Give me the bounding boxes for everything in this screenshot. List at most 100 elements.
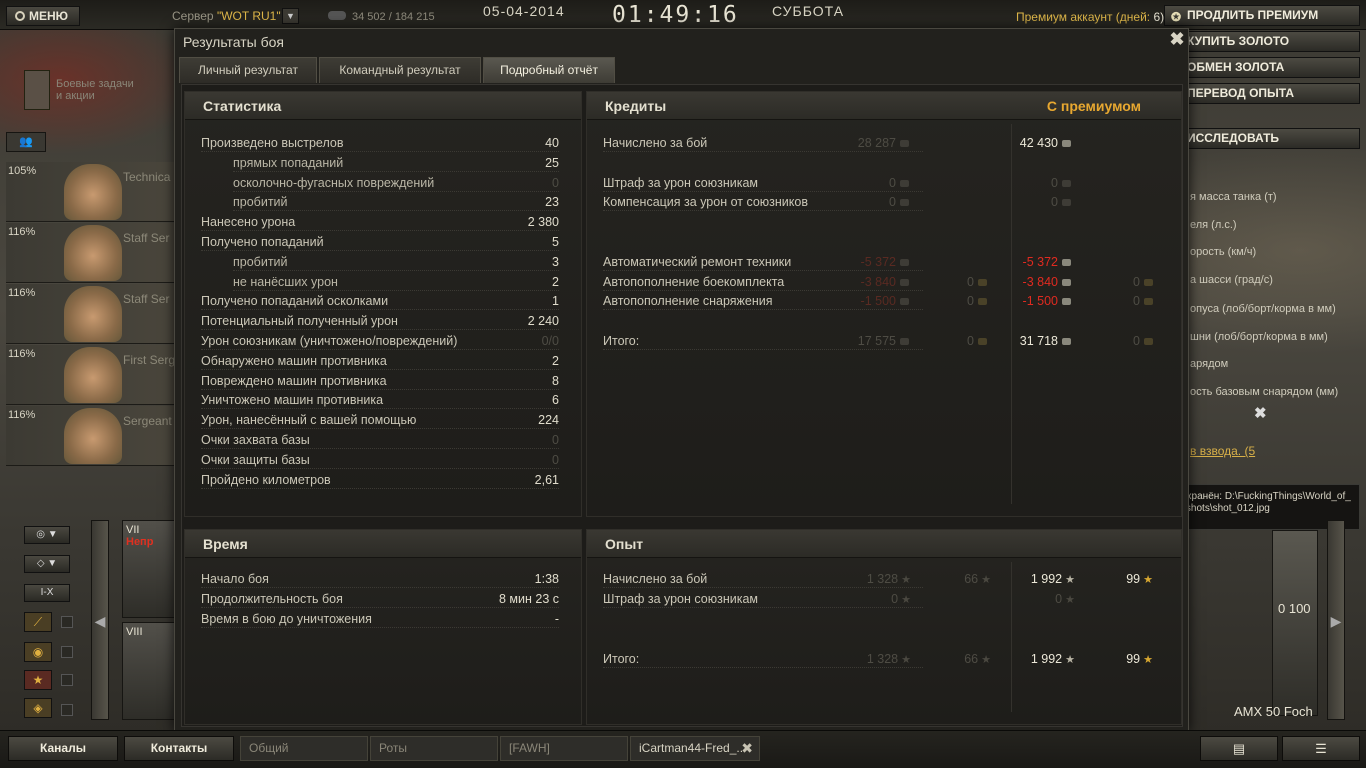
type-filter[interactable]: ◇ ▼ [24,555,70,573]
tab-personal-result[interactable]: Личный результат [179,57,317,83]
tank-status: Непр [126,536,154,548]
credit-base-amount: 28 287 [857,136,896,150]
tank-slot[interactable] [1272,530,1318,716]
crew-filter-icon[interactable]: ◈ [24,698,52,718]
stat-value: 2 380 [527,215,559,230]
tier-filter[interactable]: I-X [24,584,70,602]
star-icon: ★ [981,654,991,666]
gold-premium-value: 0 [1087,273,1153,291]
exp-premium-amount: 1 992 [1030,652,1063,666]
carousel-left-arrow[interactable]: ◀ [91,520,109,720]
chat-icon[interactable]: ▤ [1200,736,1278,761]
credits-icon [900,199,909,207]
credits-icon [900,338,909,345]
crew-member[interactable]: 116% Sergeant [6,406,176,466]
gold-premium-value: 0 [1087,332,1153,350]
convert-exp-button[interactable]: ПЕРЕВОД ОПЫТА [1164,83,1360,104]
premium-filter-icon[interactable]: ⟋ [24,612,52,632]
stat-value: 224 [538,413,559,428]
free-exp-premium-value: 99 ★ [1097,650,1153,668]
channel-tab-general[interactable]: Общий [240,736,368,761]
tank-name: AMX 50 Foch [1234,704,1313,719]
platoon-link[interactable]: в взвода. (5 [1190,444,1255,458]
credit-base-value: 0 [827,193,909,211]
free-exp-premium-amount: 99 [1126,652,1141,666]
premium-column-title: С премиумом [1046,98,1141,114]
gold-filter-icon[interactable]: ◉ [24,642,52,662]
channel-tab-companies[interactable]: Роты [370,736,498,761]
credits-icon [900,140,909,147]
time-value: - [554,612,559,626]
star-icon: ★ [1065,594,1075,606]
list-icon[interactable]: ☰ [1282,736,1360,761]
gold-filter-checkbox[interactable] [61,646,73,658]
credits-icon [1062,298,1071,306]
channel-tab-private[interactable]: iCartman44-Fred_... ✖ [630,736,760,761]
gold-premium-amount: 0 [1133,274,1140,289]
exp-base-value: 1 328 ★ [827,570,911,588]
server-dropdown[interactable]: ▼ [282,8,299,24]
stat-value: 1 [552,294,559,309]
close-icon[interactable]: ✖ [1169,30,1185,48]
elite-filter-icon[interactable]: ★ [24,670,52,690]
tankman-portrait [64,225,122,281]
buy-gold-button[interactable]: КУПИТЬ ЗОЛОТО [1164,31,1360,52]
tab-team-result[interactable]: Командный результат [319,57,481,83]
star-icon: ★ [1065,654,1075,666]
gold-premium-amount: 0 [1133,334,1140,348]
tank-slot[interactable]: VII Непр [122,520,176,618]
nation-filter[interactable]: ◎ ▼ [24,526,70,544]
contacts-button[interactable]: Контакты [124,736,234,761]
gold-premium-amount: 0 [1133,294,1140,309]
channels-button[interactable]: Каналы [8,736,118,761]
star-icon: ★ [901,594,911,606]
online-counter: 34 502 / 184 215 [328,11,435,23]
menu-button[interactable]: МЕНЮ [6,6,80,26]
globe-icon: ◎ ▼ [36,529,58,540]
premium-filter-checkbox[interactable] [61,616,73,628]
crew-member[interactable]: 116% Staff Ser [6,284,176,344]
research-button[interactable]: ИССЛЕДОВАТЬ [1164,128,1360,149]
gold-icon [1144,338,1153,345]
premium-account-status: Премиум аккаунт (дней: 6) [1016,10,1164,24]
extend-premium-button[interactable]: ✪ ПРОДЛИТЬ ПРЕМИУМ [1164,5,1360,26]
free-exp-base-amount: 66 [964,652,979,666]
credits-panel: Кредиты С премиумом Начислено за бой 28 28… [586,91,1182,517]
time-header: Время [185,530,581,558]
convert-exp-label: ПЕРЕВОД ОПЫТА [1187,86,1295,100]
carousel-right-arrow[interactable]: ▶ [1327,520,1345,720]
tank-slot[interactable]: VIII [122,622,176,720]
crew-member[interactable]: 116% Staff Ser [6,223,176,283]
time-title: Время [203,536,248,552]
credit-base-amount: 0 [889,175,896,190]
tasks-label[interactable]: Боевые задачи и акции [56,78,136,102]
channel-tab-clan[interactable]: [FAWH] [500,736,628,761]
close-icon[interactable]: ✖ [741,737,753,760]
crew-member[interactable]: 105% Technica [6,162,176,222]
crew-filter-checkbox[interactable] [61,704,73,716]
credit-premium-amount: -5 372 [1022,254,1058,269]
battle-results-dialog: Результаты боя ✖ Личный результат Команд… [174,28,1189,732]
credits-icon [1062,140,1071,147]
tab-detailed-report[interactable]: Подробный отчёт [483,57,615,83]
credit-base-amount: 0 [889,195,896,210]
crew-rank: Sergeant [123,414,172,428]
menu-label: МЕНЮ [29,9,69,23]
elite-filter-checkbox[interactable] [61,674,73,686]
statistics-panel: Статистика Произведено выстрелов 40 прямых… [184,91,582,517]
tasks-icon[interactable] [24,70,50,110]
stat-value: 0 [552,175,559,190]
tab-label: Командный результат [339,63,461,77]
crew-percent: 116% [8,287,36,299]
tank-type-icon: ◇ ▼ [36,558,58,569]
exchange-gold-button[interactable]: ОБМЕН ЗОЛОТА [1164,57,1360,78]
tab-label: Подробный отчёт [500,63,598,77]
tankman-portrait [64,347,122,403]
crew-header-icon[interactable]: 👥 [6,132,46,152]
close-icon[interactable]: ✖ [1254,404,1268,422]
credit-premium-amount: 0 [1051,195,1058,210]
credits-icon [1062,199,1071,207]
crew-rank: Staff Ser [123,231,170,245]
crew-member[interactable]: 116% First Serg [6,345,176,405]
time-value: 8 мин 23 с [498,592,559,606]
